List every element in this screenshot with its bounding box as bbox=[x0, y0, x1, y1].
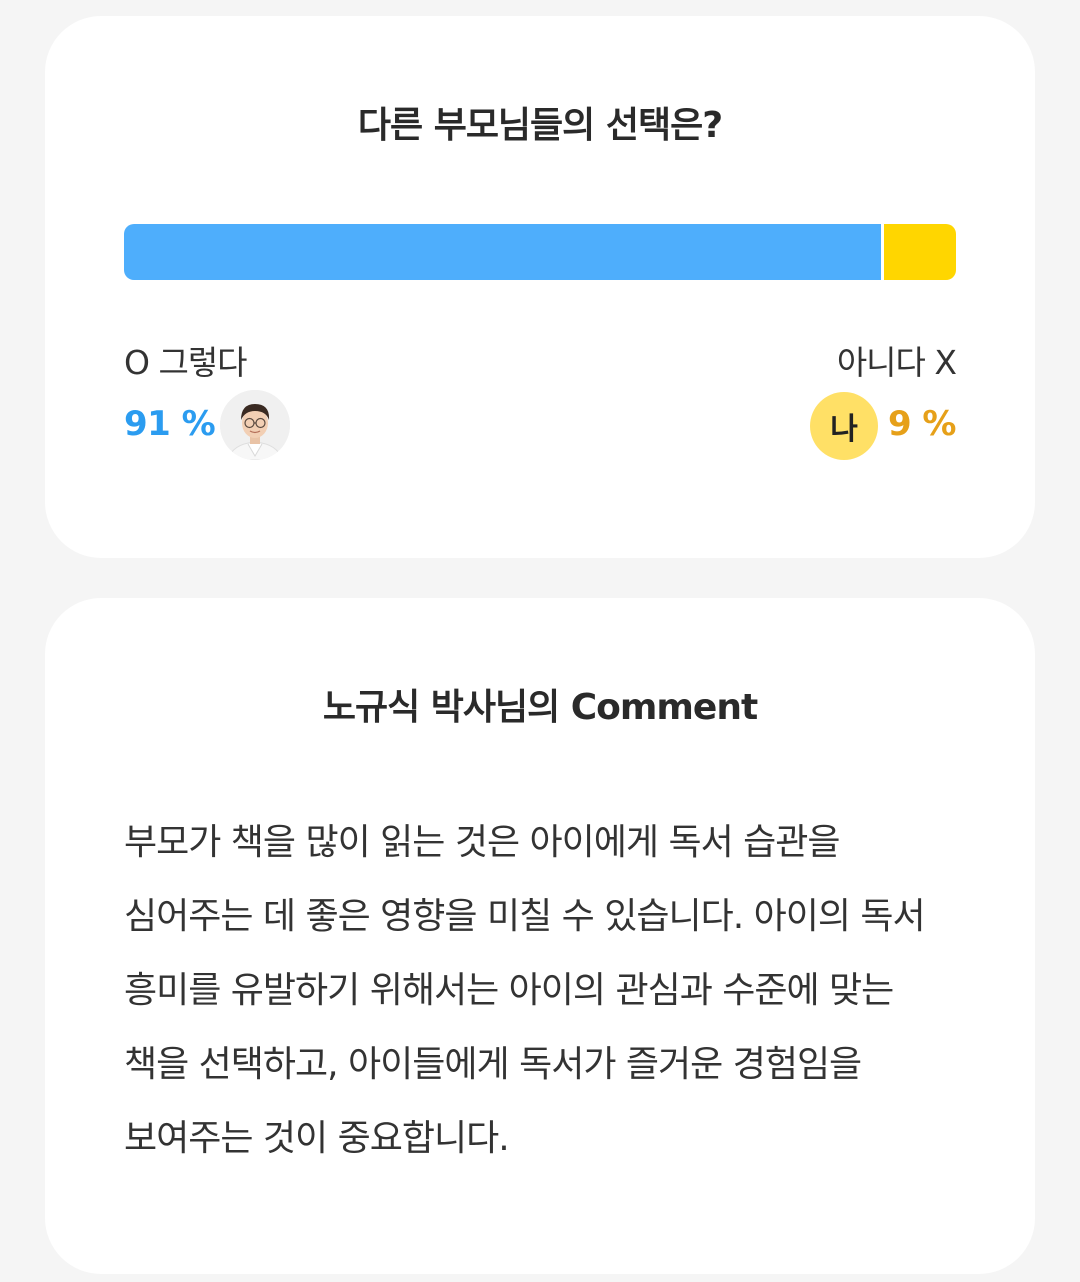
option-yes-label: O 그렇다 bbox=[124, 343, 248, 382]
poll-bar-yes-segment bbox=[124, 224, 881, 280]
comment-title: 노규식 박사님의 Comment bbox=[322, 687, 758, 728]
option-no-percent: 9 % bbox=[887, 404, 957, 444]
option-yes-percent: 91 % bbox=[124, 404, 216, 444]
poll-result-bar bbox=[124, 224, 956, 280]
expert-avatar-illustration bbox=[220, 390, 290, 460]
my-choice-badge: 나 bbox=[810, 392, 878, 460]
poll-title: 다른 부모님들의 선택은? bbox=[357, 105, 723, 146]
comment-body: 부모가 책을 많이 읽는 것은 아이에게 독서 습관을 심어주는 데 좋은 영향… bbox=[124, 822, 926, 1159]
expert-avatar-icon bbox=[220, 390, 290, 460]
poll-result-card: 다른 부모님들의 선택은? O 그렇다 아니다 X 91 % 나 9 % bbox=[45, 16, 1035, 558]
option-no-label: 아니다 X bbox=[836, 343, 957, 382]
expert-comment-card: 노규식 박사님의 Comment 부모가 책을 많이 읽는 것은 아이에게 독서… bbox=[45, 598, 1035, 1274]
poll-bar-no-segment bbox=[884, 224, 956, 280]
